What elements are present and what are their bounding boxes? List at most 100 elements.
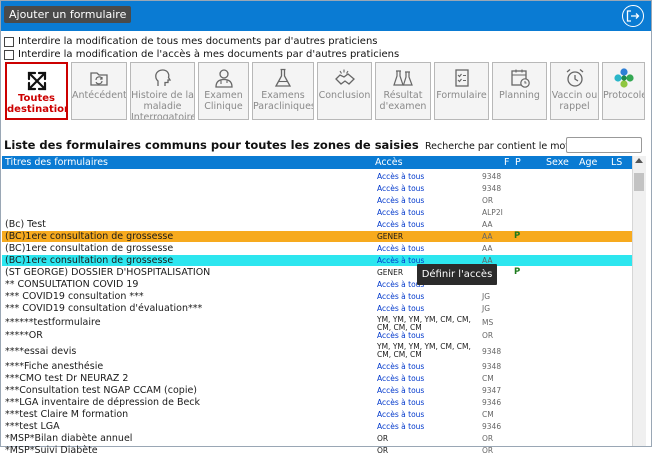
form-title: *****OR (5, 330, 43, 341)
table-row[interactable]: ****Fiche anesthésie Accès à tous 9348 (2, 361, 632, 372)
access-link[interactable]: OR (377, 433, 388, 444)
col-p[interactable]: P (515, 156, 521, 169)
author-code: 9346 (482, 398, 502, 407)
table-row[interactable]: (ST GEORGE) DOSSIER D'HOSPITALISATION GEN… (2, 267, 632, 278)
access-link[interactable]: Accès à tous (377, 243, 424, 254)
access-link[interactable]: Accès à tous (377, 421, 424, 432)
option-lock-documents: Interdire la modification de tous mes do… (4, 36, 378, 47)
col-sexe[interactable]: Sexe (546, 156, 569, 169)
access-link[interactable]: Accès à tous (377, 409, 424, 420)
access-link[interactable]: Accès à tous (377, 171, 424, 182)
form-title: *MSP*Bilan diabète annuel (5, 433, 133, 444)
access-link[interactable]: Accès à tous (377, 397, 424, 408)
tile-conclusion[interactable]: Conclusion (317, 62, 372, 120)
tile-formulaire[interactable]: Formulaire (434, 62, 489, 120)
tile-antecedent[interactable]: Antécédent (71, 62, 127, 120)
access-link[interactable]: YM, YM, YM, YM, CM, CM, CM, CM, CM (377, 343, 477, 359)
table-row[interactable]: ***LGA inventaire de dépression de Beck A… (2, 397, 632, 408)
author-code: OR (482, 196, 494, 205)
form-title: ****Fiche anesthésie (5, 361, 104, 372)
form-title: ** CONSULTATION COVID 19 (5, 279, 139, 290)
col-access[interactable]: Accès (375, 156, 403, 169)
table-row[interactable]: *** COVID19 consultation *** Accès à tous… (2, 291, 632, 302)
scroll-up-icon[interactable] (635, 158, 643, 163)
author-code: AA (482, 232, 493, 241)
tile-planning[interactable]: Planning (492, 62, 547, 120)
author-code: CM (482, 410, 494, 419)
access-link[interactable]: GENER (377, 267, 403, 278)
table-row[interactable]: *** COVID19 consultation d'évaluation***… (2, 303, 632, 314)
table-row[interactable]: ** CONSULTATION COVID 19 Accès à tous (2, 279, 632, 290)
scroll-thumb[interactable] (634, 173, 644, 191)
exit-icon[interactable] (622, 5, 644, 27)
add-form-button[interactable]: Ajouter un formulaire (4, 6, 132, 23)
p-flag: P (514, 267, 521, 277)
form-title: (ST GEORGE) DOSSIER D'HOSPITALISATION (5, 267, 211, 278)
access-link[interactable]: Accès à tous (377, 361, 424, 372)
table-row[interactable]: ***Consultation test NGAP CCAM (copie) Ac… (2, 385, 632, 396)
form-title: (BC)1ere consultation de grossesse (5, 243, 174, 254)
search-input[interactable] (566, 137, 642, 153)
table-row[interactable]: Accès à tous OR (2, 195, 632, 206)
access-link[interactable]: Accès à tous (377, 291, 424, 302)
p-flag: P (514, 231, 521, 241)
access-link[interactable]: Accès à tous (377, 183, 424, 194)
author-code: 9348 (482, 184, 502, 193)
col-title[interactable]: Titres des formulaires (5, 156, 108, 169)
tile-vaccin-rappel[interactable]: Vaccin ou rappel (550, 62, 599, 120)
table-row[interactable]: Accès à tous ALP2I (2, 207, 632, 218)
col-ls[interactable]: LS (611, 156, 622, 169)
table-row[interactable]: (BC)1ere consultation de grossesse Accès … (2, 243, 632, 254)
author-code: 9348 (482, 172, 502, 181)
access-link[interactable]: Accès à tous (377, 330, 424, 341)
col-age[interactable]: Age (579, 156, 597, 169)
access-link[interactable]: Accès à tous (377, 195, 424, 206)
folder-refresh-icon (90, 72, 108, 86)
tile-label: Antécédent (72, 90, 127, 101)
table-row[interactable]: *****OR Accès à tous OR (2, 330, 632, 341)
author-code: JG (482, 304, 491, 313)
tile-label: Formulaire (436, 90, 487, 101)
access-link[interactable]: GENER (377, 231, 403, 242)
table-row[interactable]: ****essai devis YM, YM, YM, YM, CM, CM, C… (2, 342, 632, 360)
lock-documents-checkbox[interactable] (4, 36, 14, 47)
tile-resultat-examen[interactable]: Résultat d'examen (375, 62, 431, 120)
access-link[interactable]: Accès à tous (377, 303, 424, 314)
tile-protocole[interactable]: Protocole (602, 62, 645, 120)
col-f[interactable]: F (504, 156, 509, 169)
table-row[interactable]: ******testformulaire YM, YM, YM, YM, CM, … (2, 315, 632, 332)
table-row[interactable]: ***CMO test Dr NEURAZ 2 Accès à tous CM (2, 373, 632, 384)
tile-toutes-destinations[interactable]: Toutes destinations (5, 62, 68, 120)
handshake-icon (334, 69, 355, 85)
tile-examen-clinique[interactable]: Examen Clinique (198, 62, 249, 120)
access-link[interactable]: Accès à tous (377, 207, 424, 218)
table-row[interactable]: Accès à tous 9348 (2, 183, 632, 194)
table-row[interactable]: Accès à tous 9348 (2, 171, 632, 182)
top-toolbar: Ajouter un formulaire (1, 1, 651, 31)
author-code: 9347 (482, 386, 502, 395)
access-link[interactable]: Accès à tous (377, 373, 424, 384)
tile-label: Conclusion (318, 90, 371, 101)
table-row[interactable]: *MSP*Bilan diabète annuel OR OR (2, 433, 632, 444)
access-link[interactable]: Accès à tous (377, 219, 424, 230)
author-code: 9348 (482, 362, 502, 371)
lock-documents-label: Interdire la modification de tous mes do… (18, 36, 378, 47)
table-row[interactable]: (BC)1ere consultation de grossesse Accès … (2, 255, 632, 266)
author-code: AA (482, 220, 493, 229)
author-code: 9346 (482, 422, 502, 431)
access-link[interactable]: Accès à tous (377, 385, 424, 396)
checklist-icon (454, 69, 469, 87)
window: Ajouter un formulaire Interdire la modif… (0, 0, 652, 456)
arrows-expand-icon (27, 71, 46, 91)
table-row[interactable]: (BC)1ere consultation de grossesse GENER A… (2, 231, 632, 242)
scrollbar[interactable] (632, 156, 646, 446)
lock-access-checkbox[interactable] (4, 49, 14, 60)
tile-examens-paracliniques[interactable]: Examens Paracliniques (252, 62, 314, 120)
tile-histoire-maladie[interactable]: Histoire de la maladie Interrogatoire (130, 62, 195, 120)
flask-icon (274, 68, 292, 87)
table-row[interactable]: (Bc) Test Accès à tous AA (2, 219, 632, 230)
author-code: CM (482, 374, 494, 383)
table-row[interactable]: ***test LGA Accès à tous 9346 (2, 421, 632, 432)
table-row[interactable]: ***test Claire M formation Accès à tous CM (2, 409, 632, 420)
form-title: *** COVID19 consultation d'évaluation*** (5, 303, 203, 314)
